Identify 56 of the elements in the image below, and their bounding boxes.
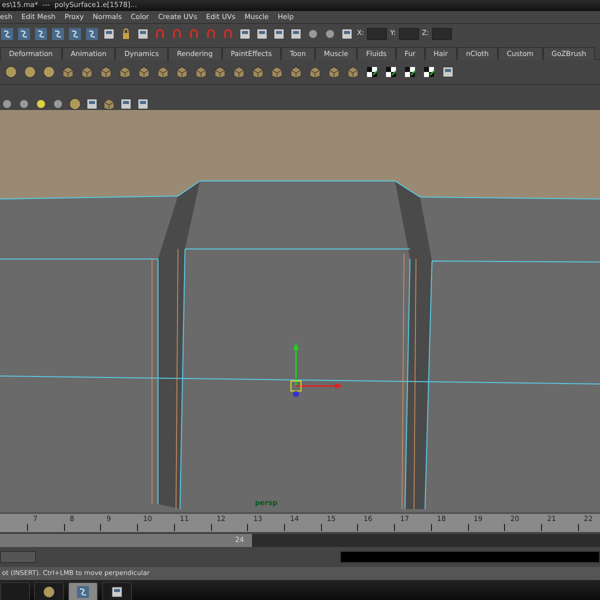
curve-tool-icon[interactable] <box>68 26 82 40</box>
cube-icon[interactable] <box>61 65 75 79</box>
curve-tool-icon[interactable] <box>0 26 14 40</box>
curve-tool-icon[interactable] <box>17 26 31 40</box>
panel-icon[interactable] <box>119 97 133 111</box>
panel-icon[interactable] <box>238 26 252 40</box>
checker-icon[interactable] <box>365 65 379 79</box>
taskbar-button[interactable] <box>34 582 64 600</box>
cube-icon[interactable] <box>137 65 151 79</box>
sphere-icon[interactable] <box>4 65 18 79</box>
cube-icon[interactable] <box>194 65 208 79</box>
coordinate-field[interactable] <box>432 28 452 40</box>
sphere-icon[interactable] <box>51 97 65 111</box>
panel-icon[interactable] <box>85 97 99 111</box>
app-icon[interactable] <box>42 585 56 599</box>
sphere-icon[interactable] <box>0 97 14 111</box>
coordinate-field[interactable] <box>398 28 419 40</box>
sphere-icon[interactable] <box>23 65 37 79</box>
cube-icon[interactable] <box>289 65 303 79</box>
panel-icon[interactable] <box>340 26 354 40</box>
sphere-icon[interactable] <box>17 97 31 111</box>
curve-tool-icon[interactable] <box>85 26 99 40</box>
panel-icon[interactable] <box>136 97 150 111</box>
panel-icon[interactable] <box>136 26 150 40</box>
panel-icon[interactable] <box>441 65 455 79</box>
cube-icon[interactable] <box>175 65 189 79</box>
cube-icon[interactable] <box>80 65 94 79</box>
curve-tool-icon[interactable] <box>34 26 48 40</box>
cube-icon[interactable] <box>99 65 113 79</box>
cube-icon[interactable] <box>232 65 246 79</box>
app-icon[interactable] <box>76 585 90 599</box>
cube-icon[interactable] <box>102 97 116 111</box>
curve-tool-icon[interactable] <box>51 26 65 40</box>
cube-icon[interactable] <box>346 65 360 79</box>
panel-icon[interactable] <box>289 26 303 40</box>
command-field[interactable] <box>0 551 36 563</box>
cube-icon[interactable] <box>251 65 265 79</box>
taskbar-button[interactable] <box>68 582 98 600</box>
cube-icon[interactable] <box>327 65 341 79</box>
panel-icon[interactable] <box>255 26 269 40</box>
checker-icon[interactable] <box>422 65 436 79</box>
taskbar-button[interactable] <box>102 582 132 600</box>
checker-icon[interactable] <box>384 65 398 79</box>
panel-icon[interactable] <box>102 26 116 40</box>
cube-icon[interactable] <box>156 65 170 79</box>
coordinate-field[interactable] <box>367 28 388 40</box>
cube-icon[interactable] <box>270 65 284 79</box>
sphere-icon[interactable] <box>68 97 82 111</box>
move-manipulator-icon[interactable] <box>290 342 343 397</box>
cube-icon[interactable] <box>118 65 132 79</box>
cube-icon[interactable] <box>308 65 322 79</box>
panel-icon[interactable] <box>272 26 286 40</box>
light-icon[interactable] <box>34 97 48 111</box>
checker-icon[interactable] <box>403 65 417 79</box>
cube-icon[interactable] <box>213 65 227 79</box>
sphere-icon[interactable] <box>42 65 56 79</box>
